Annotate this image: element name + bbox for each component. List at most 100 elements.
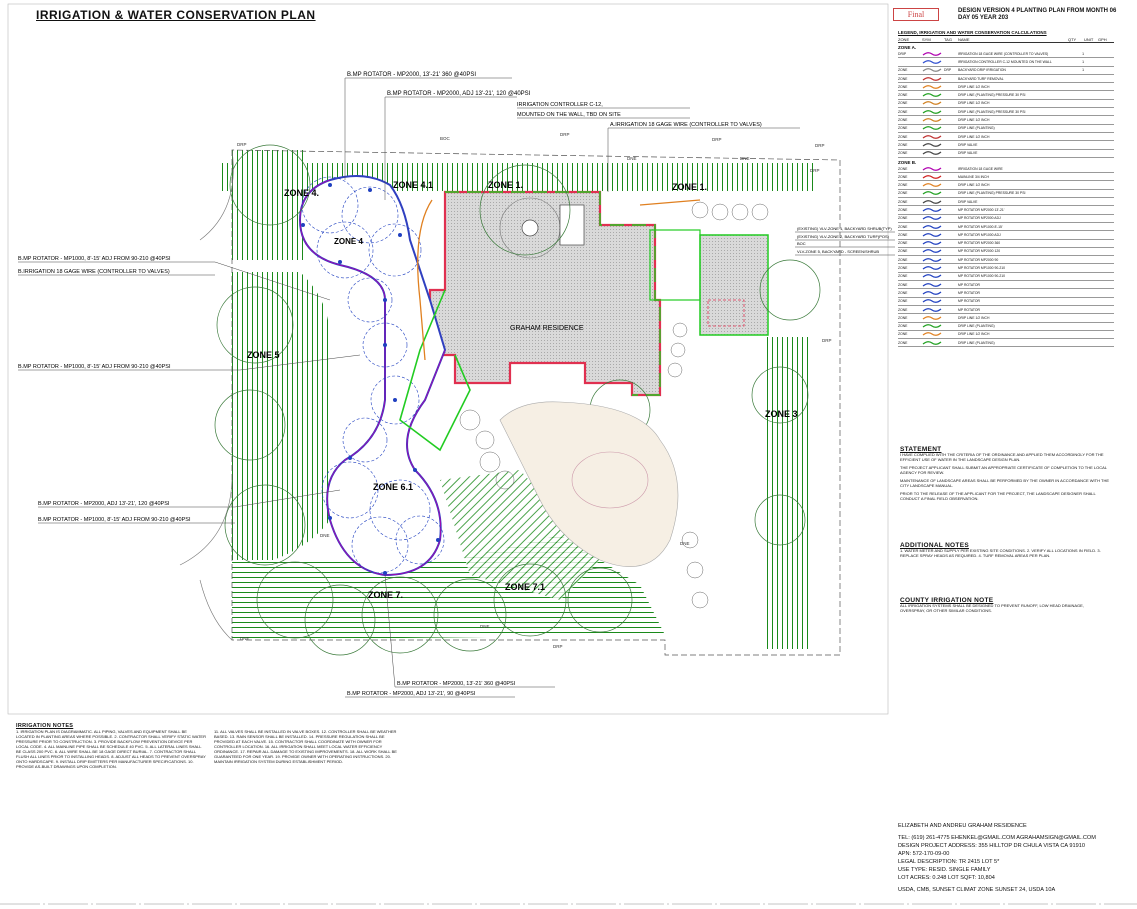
svg-text:DNE: DNE xyxy=(240,636,250,641)
legend-zone-cell: ZONE xyxy=(898,257,908,262)
legend-name: MP ROTATOR xyxy=(958,290,980,295)
statement-p1: I HAVE COMPLIED WITH THE CRITERIA OF THE… xyxy=(900,452,1104,462)
legend-name: IRRIGATION CONTROLLER C-12 MOUNTED ON TH… xyxy=(958,59,1052,64)
legend-name: MP ROTATOR MP1000 90-210 xyxy=(958,274,1006,279)
statement-block: STATEMENT I HAVE COMPLIED WITH THE CRITE… xyxy=(900,446,1110,501)
legend-header: ZONE SYM TAG NAME QTY UNIT GPH xyxy=(898,37,1114,43)
irrigation-notes-col-1: 1. IRRIGATION PLAN IS DIAGRAMMATIC. ALL … xyxy=(16,729,206,769)
zone-label-5: ZONE 5 xyxy=(247,350,280,360)
legend-name: DRIP LINE 1/2 INCH xyxy=(958,118,990,123)
legend-row: ZONE DRIP LINE 1/2 INCH xyxy=(898,314,1114,323)
zone-3-strip xyxy=(765,337,810,649)
legend-zone-cell: ZONE xyxy=(898,274,908,279)
info-apn: APN: 572-170-09-00 xyxy=(898,851,950,857)
legend-zone-cell: ZONE xyxy=(898,174,908,179)
legend-zone-cell: ZONE xyxy=(898,142,908,147)
legend-row: ZONE MP ROTATOR MP2000 360 xyxy=(898,240,1114,248)
legend-name: DRIP LINE (PLANTING) PRESSURE 30 PSI xyxy=(958,93,1026,98)
legend-name: MP ROTATOR xyxy=(958,282,980,287)
legend-row: ZONE MP ROTATOR MP1000 ADJ xyxy=(898,231,1114,240)
info-contact: TEL: (619) 261-4775 EHENKEL@GMAIL.COM AG… xyxy=(898,835,1096,841)
svg-text:DNE: DNE xyxy=(320,533,330,538)
legend-row: ZONE BACKYARD TURF REMOVAL xyxy=(898,75,1114,84)
legend-name: MP ROTATOR xyxy=(958,299,980,304)
statement-p3: MAINTENANCE OF LANDSCAPE AREAS SHALL BE … xyxy=(900,478,1109,488)
legend-row: ZONE MP ROTATOR xyxy=(898,281,1114,290)
county-note-body: ALL IRRIGATION SYSTEMS SHALL BE DESIGNED… xyxy=(900,603,1084,613)
legend-row: ZONE MP ROTATOR MP2000 90 xyxy=(898,256,1114,265)
legend-row: ZONE DRIP VALVE xyxy=(898,150,1114,158)
callout-rot-bl-1: B.MP ROTATOR - MP2000, ADJ 13'-21', 120 … xyxy=(38,501,170,507)
legend-row: ZONE MAINLINE 3/4 INCH xyxy=(898,173,1114,182)
legend-row: ZONE DRIP LINE (PLANTING) xyxy=(898,125,1114,133)
legend-row: ZONE MP ROTATOR xyxy=(898,306,1114,315)
legend-row: ZONE DRIP LINE 1/2 INCH xyxy=(898,133,1114,142)
legend-symbol xyxy=(922,248,944,254)
legend-name: MP ROTATOR xyxy=(958,307,980,312)
info-climate: USDA, CMB, SUNSET CLIMAT ZONE SUNSET 24,… xyxy=(898,887,1056,893)
legend-symbol xyxy=(922,59,944,65)
svg-text:DRP: DRP xyxy=(815,143,825,148)
legend-zone-cell: ZONE xyxy=(898,249,908,254)
legend-symbol xyxy=(922,117,944,123)
legend-name: MP ROTATOR MP1000 8'-15' xyxy=(958,224,1003,229)
legend-symbol xyxy=(922,125,944,131)
svg-text:DRP: DRP xyxy=(237,142,247,147)
controller-callout-1: IRRIGATION CONTROLLER C-12, xyxy=(517,102,603,108)
legend-zone-cell: ZONE xyxy=(898,282,908,287)
callout-valve-1: (EXISTING) VLV-ZONE 1, BACKYARD SHRUB(TY… xyxy=(797,226,892,231)
legend-zone-cell: ZONE xyxy=(898,340,908,345)
additional-notes: ADDITIONAL NOTES 1. WATER METER AND SUPP… xyxy=(900,542,1110,558)
legend-zone-cell: ZONE xyxy=(898,224,908,229)
legend-symbol xyxy=(922,282,944,288)
legend-symbol xyxy=(922,134,944,140)
residence-label: GRAHAM RESIDENCE xyxy=(510,325,584,332)
legend-zone-cell: ZONE xyxy=(898,126,908,131)
legend-name: DRIP LINE 1/2 INCH xyxy=(958,101,990,106)
legend-symbol xyxy=(922,166,944,172)
legend-symbol xyxy=(922,331,944,337)
legend-row: ZONE DRIP LINE (PLANTING) PRESSURE 30 PSI xyxy=(898,108,1114,117)
legend-zone-cell: DRIP xyxy=(898,51,907,56)
legend-row: ZONE MP ROTATOR MP1000 90-210 xyxy=(898,264,1114,273)
legend-zone-cell: ZONE xyxy=(898,324,908,329)
legend-name: MP ROTATOR MP2000 90 xyxy=(958,257,999,262)
legend-symbol xyxy=(922,84,944,90)
legend-row: ZONE MP ROTATOR MP2000 120 xyxy=(898,248,1114,257)
legend-zone-cell: ZONE xyxy=(898,183,908,188)
dining-table xyxy=(559,204,585,246)
legend-rows-b: ZONE IRRIGATION 18 GAGE WIRE ZONE MAINLINE … xyxy=(898,165,1114,348)
legend-row: ZONE MP ROTATOR xyxy=(898,298,1114,306)
legend-row: ZONE DRIP LINE 1/2 INCH xyxy=(898,83,1114,92)
legend-zone-cell: ZONE xyxy=(898,109,908,114)
legend-zone-cell: ZONE xyxy=(898,151,908,156)
legend-table: LEGEND, IRRIGATION AND WATER CONSERVATIO… xyxy=(898,30,1114,390)
legend-zone-cell: ZONE xyxy=(898,118,908,123)
legend-name: DRIP LINE (PLANTING) PRESSURE 30 PSI xyxy=(958,109,1026,114)
mainline-right xyxy=(639,199,701,206)
callout-rot-left-2: B.MP ROTATOR - MP1000, 8'-15' ADJ FROM 9… xyxy=(18,364,171,370)
legend-qty: 1 xyxy=(1082,59,1084,64)
legend-name: MAINLINE 3/4 INCH xyxy=(958,174,989,179)
legend-row: ZONE DRP BACKYARD DRIP IRRIGATION 1 xyxy=(898,67,1114,75)
legend-symbol xyxy=(922,290,944,296)
walk-arc-3 xyxy=(199,579,233,641)
legend-row: ZONE DRIP LINE (PLANTING) xyxy=(898,339,1114,348)
legend-name: BACKYARD TURF REMOVAL xyxy=(958,76,1004,81)
garage xyxy=(699,234,769,336)
legend-row: ZONE DRIP LINE 1/2 INCH xyxy=(898,331,1114,340)
legend-row: ZONE IRRIGATION 18 GAGE WIRE xyxy=(898,165,1114,174)
legend-zone-cell: ZONE xyxy=(898,266,908,271)
legend-row: ZONE DRIP LINE (PLANTING) PRESSURE 30 PSI xyxy=(898,190,1114,199)
zone-label-6-1: ZONE 6.1 xyxy=(373,482,413,492)
irrigation-notes-cols: 1. IRRIGATION PLAN IS DIAGRAMMATIC. ALL … xyxy=(16,729,406,769)
legend-zone-cell: ZONE xyxy=(898,299,908,304)
site-plan: ZONE 4. ZONE 4.1 ZONE 1. ZONE 1. ZONE 5 … xyxy=(7,3,895,715)
legend-symbol xyxy=(922,232,944,238)
legend-name: IRRIGATION 18 GAGE WIRE xyxy=(958,166,1003,171)
info-owner: ELIZABETH AND ANDREU GRAHAM RESIDENCE xyxy=(898,823,1027,829)
legend-symbol xyxy=(922,265,944,271)
legend-zone-cell: ZONE xyxy=(898,207,908,212)
legend-symbol xyxy=(922,92,944,98)
legend-row: ZONE MP ROTATOR MP2000 13'-21' xyxy=(898,206,1114,215)
